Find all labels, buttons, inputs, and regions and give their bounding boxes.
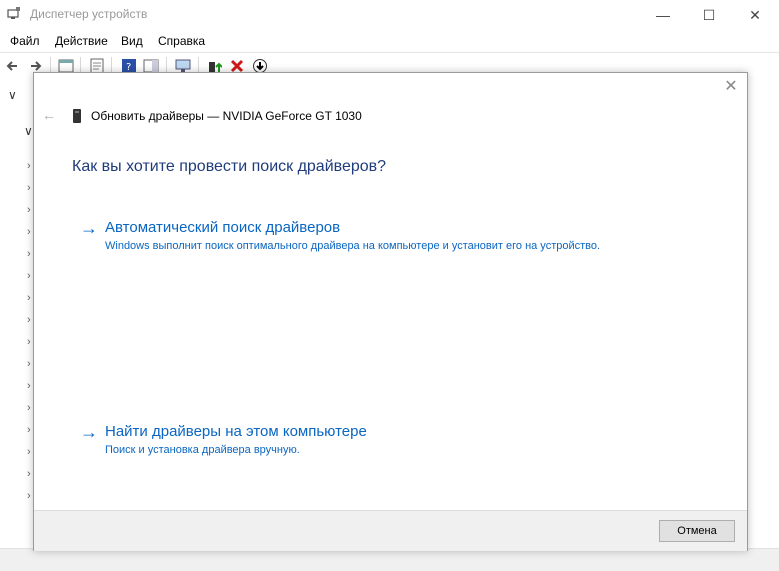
menu-action[interactable]: Действие: [55, 34, 108, 48]
back-arrow-icon: ←: [42, 107, 56, 123]
window-titlebar: Диспетчер устройств — ☐ ✕: [0, 0, 779, 30]
chevron-right-icon[interactable]: ›: [27, 336, 31, 348]
dialog-back-button[interactable]: ←: [42, 108, 56, 122]
close-icon: ✕: [724, 78, 738, 95]
chevron-right-icon[interactable]: ›: [27, 314, 31, 326]
close-button[interactable]: ✕: [732, 0, 778, 30]
window-title: Диспетчер устройств: [30, 7, 148, 21]
chevron-right-icon[interactable]: ›: [27, 270, 31, 282]
chevron-right-icon[interactable]: ›: [27, 358, 31, 370]
chevron-right-icon[interactable]: ›: [27, 292, 31, 304]
menu-bar: Файл Действие Вид Справка: [0, 30, 779, 52]
chevron-right-icon[interactable]: ›: [27, 226, 31, 238]
menu-help[interactable]: Справка: [158, 34, 205, 48]
menu-view[interactable]: Вид: [121, 34, 143, 48]
dialog-question: Как вы хотите провести поиск драйверов?: [72, 158, 387, 175]
device-manager-icon: [7, 7, 20, 19]
close-icon: ✕: [749, 6, 761, 23]
chevron-right-icon[interactable]: ›: [27, 160, 31, 172]
arrow-right-icon: →: [80, 422, 98, 442]
maximize-button[interactable]: ☐: [686, 0, 732, 30]
chevron-right-icon[interactable]: ›: [27, 490, 31, 502]
option-description[interactable]: Windows выполнит поиск оптимального драй…: [105, 240, 600, 252]
cancel-button[interactable]: Отмена: [659, 520, 735, 542]
chevron-right-icon[interactable]: ›: [27, 402, 31, 414]
back-toolbar-button[interactable]: [4, 57, 22, 75]
dialog-footer: Отмена: [34, 510, 747, 551]
minimize-button[interactable]: —: [640, 0, 686, 30]
chevron-right-icon[interactable]: ›: [27, 468, 31, 480]
maximize-icon: ☐: [702, 6, 716, 23]
chevron-right-icon[interactable]: ›: [27, 204, 31, 216]
back-arrow-icon: [6, 61, 17, 71]
dialog-close-button[interactable]: ✕: [723, 79, 739, 95]
chevron-right-icon[interactable]: ›: [27, 248, 31, 260]
chevron-down-icon[interactable]: ∨: [24, 124, 33, 138]
chevron-right-icon[interactable]: ›: [27, 380, 31, 392]
minimize-icon: —: [656, 7, 670, 23]
dialog-heading: Обновить драйверы — NVIDIA GeForce GT 10…: [91, 109, 362, 123]
option-title[interactable]: Автоматический поиск драйверов: [105, 219, 340, 236]
graphics-card-icon: [73, 109, 81, 123]
arrow-right-icon: →: [80, 218, 98, 238]
update-drivers-dialog: ✕ ← Обновить драйверы — NVIDIA GeForce G…: [33, 72, 748, 551]
chevron-down-icon[interactable]: ∨: [8, 88, 17, 102]
chevron-right-icon[interactable]: ›: [27, 446, 31, 458]
device-tree: ∨ ∨ › › › › › › › › › › › › › › › ›: [0, 80, 34, 550]
status-bar: [0, 548, 779, 571]
menu-file[interactable]: Файл: [10, 34, 40, 48]
chevron-right-icon[interactable]: ›: [27, 424, 31, 436]
option-title[interactable]: Найти драйверы на этом компьютере: [105, 423, 367, 440]
chevron-right-icon[interactable]: ›: [27, 182, 31, 194]
option-description[interactable]: Поиск и установка драйвера вручную.: [105, 444, 300, 456]
